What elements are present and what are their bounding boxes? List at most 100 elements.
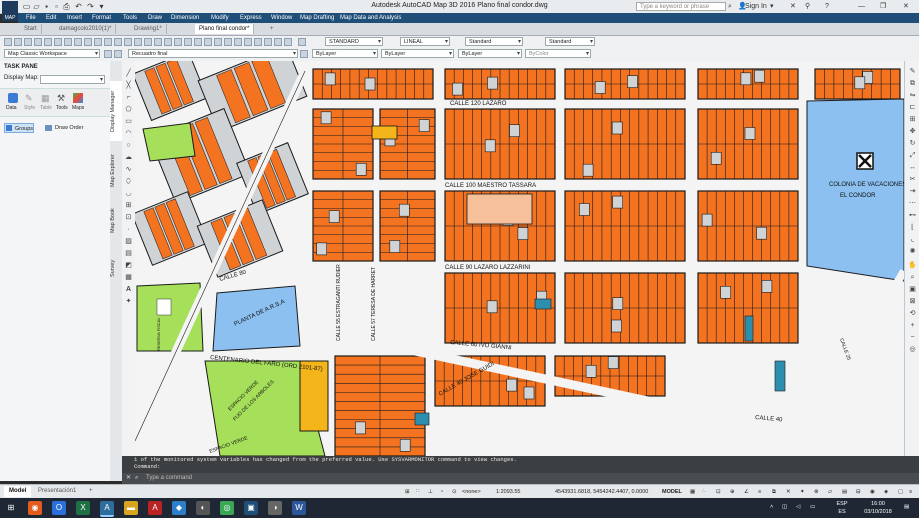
stretch-icon[interactable]: ↔ <box>908 163 917 172</box>
workspace-combo[interactable]: Map Classic Workspace <box>4 49 100 58</box>
dim-style-combo[interactable]: Standard <box>465 37 523 46</box>
tab-damagcolo[interactable]: damagcolo2010(1)* <box>55 24 117 34</box>
tool-btn[interactable] <box>234 38 242 46</box>
rotate-icon[interactable]: ↻ <box>908 139 917 148</box>
fillet-icon[interactable]: ⌞ <box>908 235 917 244</box>
acrobat-icon[interactable]: A <box>148 501 162 515</box>
zoom-in-icon[interactable]: + <box>908 321 917 330</box>
snap-icon[interactable]: ∷ <box>416 487 420 497</box>
tool-btn[interactable] <box>254 38 262 46</box>
menu-map-data[interactable]: Map Data and Analysis <box>340 13 401 23</box>
annotate-value[interactable]: <none> <box>462 487 481 497</box>
tool-btn[interactable] <box>134 38 142 46</box>
a360-icon[interactable]: ⚲ <box>805 2 810 11</box>
menu-tools[interactable]: Tools <box>123 13 137 23</box>
break-icon[interactable]: ⋯ <box>908 199 917 208</box>
quick-properties-icon[interactable]: ▤ <box>842 487 847 497</box>
menu-file[interactable]: File <box>26 13 36 23</box>
excel-icon[interactable]: X <box>76 501 90 515</box>
trim-icon[interactable]: ✂ <box>908 175 917 184</box>
tab-presentacion1[interactable]: Presentación1 <box>33 486 81 497</box>
tool-btn[interactable] <box>300 50 308 58</box>
recent-commands-icon[interactable]: ⌕ <box>135 473 138 484</box>
tool-btn[interactable] <box>164 38 172 46</box>
mtext-icon[interactable]: A <box>124 285 133 294</box>
clean-screen-icon[interactable]: ▢ <box>898 487 903 497</box>
chrome-icon[interactable]: ◎ <box>220 501 234 515</box>
close-icon[interactable]: ✕ <box>903 2 909 11</box>
tab-survey[interactable]: Survey <box>110 251 122 286</box>
add-selected-icon[interactable]: ✦ <box>124 297 133 306</box>
explorer-icon[interactable]: ▬ <box>124 501 138 515</box>
tool-btn[interactable] <box>274 38 282 46</box>
data-icon[interactable] <box>8 93 18 103</box>
tool-btn[interactable] <box>114 38 122 46</box>
copy-icon[interactable]: ⧉ <box>908 79 917 88</box>
hatch-icon[interactable]: ▨ <box>124 237 133 246</box>
search-icon[interactable]: ⌕ <box>728 2 732 11</box>
chamfer-icon[interactable]: ⌊ <box>908 223 917 232</box>
grid-display-icon[interactable]: ▦ <box>690 487 695 497</box>
menu-map-drafting[interactable]: Map Drafting <box>300 13 334 23</box>
tool-btn[interactable] <box>244 38 252 46</box>
volume-icon[interactable]: ◁ <box>796 503 800 511</box>
autocad-icon[interactable]: A <box>100 501 114 517</box>
tools-icon[interactable]: ⚒ <box>57 93 67 103</box>
tab-start[interactable]: Start <box>20 24 42 34</box>
pan-icon[interactable]: ✋ <box>908 261 917 270</box>
isolate-icon[interactable]: ◉ <box>870 487 875 497</box>
scale-icon[interactable]: ⤢ <box>908 151 917 160</box>
ortho-icon[interactable]: ⊥ <box>428 487 433 497</box>
network-icon[interactable]: ◫ <box>782 503 787 511</box>
windows-start-icon[interactable]: ⊞ <box>4 501 18 515</box>
snap-mode-icon[interactable]: ∴ <box>702 487 706 497</box>
tool-btn[interactable] <box>184 38 192 46</box>
gizmo-icon[interactable]: ✦ <box>800 487 805 497</box>
command-line[interactable]: ✕ ⌕ Type a command <box>122 473 919 484</box>
menu-dimension[interactable]: Dimension <box>171 13 199 23</box>
revcloud-icon[interactable]: ☁ <box>124 153 133 162</box>
tab-map-book[interactable]: Map Book <box>110 201 122 241</box>
tool-btn[interactable] <box>204 38 212 46</box>
menu-window[interactable]: Window <box>271 13 292 23</box>
array-icon[interactable]: ⊞ <box>908 115 917 124</box>
arc-icon[interactable]: ◠ <box>124 129 133 138</box>
osnap-icon[interactable]: ⊡ <box>716 487 721 497</box>
move-icon[interactable]: ✥ <box>908 127 917 136</box>
outlook-icon[interactable]: O <box>52 501 66 515</box>
command-input[interactable]: Type a command <box>146 475 192 481</box>
ellipse-arc-icon[interactable]: ◡ <box>124 189 133 198</box>
plotstyle-combo[interactable]: ByColor <box>525 49 591 58</box>
help-tool-btn[interactable] <box>298 38 306 46</box>
zoom-out-icon[interactable]: − <box>908 333 917 342</box>
dynamic-input-icon[interactable]: ⊕ <box>730 487 735 497</box>
offset-icon[interactable]: ⊏ <box>908 103 917 112</box>
tab-model[interactable]: Model <box>4 486 32 497</box>
notifications-icon[interactable]: ▤ <box>904 503 909 511</box>
tray-chevron-icon[interactable]: ˄ <box>770 503 773 511</box>
model-space-toggle[interactable]: MODEL <box>662 487 682 497</box>
style-icon[interactable]: ✎ <box>25 93 35 103</box>
tool-btn[interactable] <box>284 38 292 46</box>
spline-icon[interactable]: ∿ <box>124 165 133 174</box>
language-indicator[interactable]: ESP ES <box>832 500 852 516</box>
lineweight-combo[interactable]: ByLayer <box>458 49 522 58</box>
erase-icon[interactable]: ✎ <box>908 67 917 76</box>
units-icon[interactable]: ▱ <box>828 487 832 497</box>
exchange-icon[interactable]: ✕ <box>790 2 796 11</box>
tool-btn[interactable] <box>74 38 82 46</box>
zoom-extents-icon[interactable]: ⊠ <box>908 297 917 306</box>
firefox-icon[interactable]: ◉ <box>28 501 42 515</box>
hardware-accel-icon[interactable]: ◈ <box>884 487 888 497</box>
extend-icon[interactable]: ⇥ <box>908 187 917 196</box>
zoom-previous-icon[interactable]: ⟲ <box>908 309 917 318</box>
restore-icon[interactable]: ❐ <box>880 2 886 11</box>
tool-btn[interactable] <box>94 38 102 46</box>
layer-combo[interactable]: Recuadro final <box>128 49 298 58</box>
circle-icon[interactable]: ○ <box>124 141 133 150</box>
polyline-icon[interactable]: ⌐ <box>124 93 133 102</box>
battery-icon[interactable]: ▭ <box>810 503 815 511</box>
menu-edit[interactable]: Edit <box>46 13 56 23</box>
tool-btn[interactable] <box>224 38 232 46</box>
tool-btn[interactable] <box>124 38 132 46</box>
